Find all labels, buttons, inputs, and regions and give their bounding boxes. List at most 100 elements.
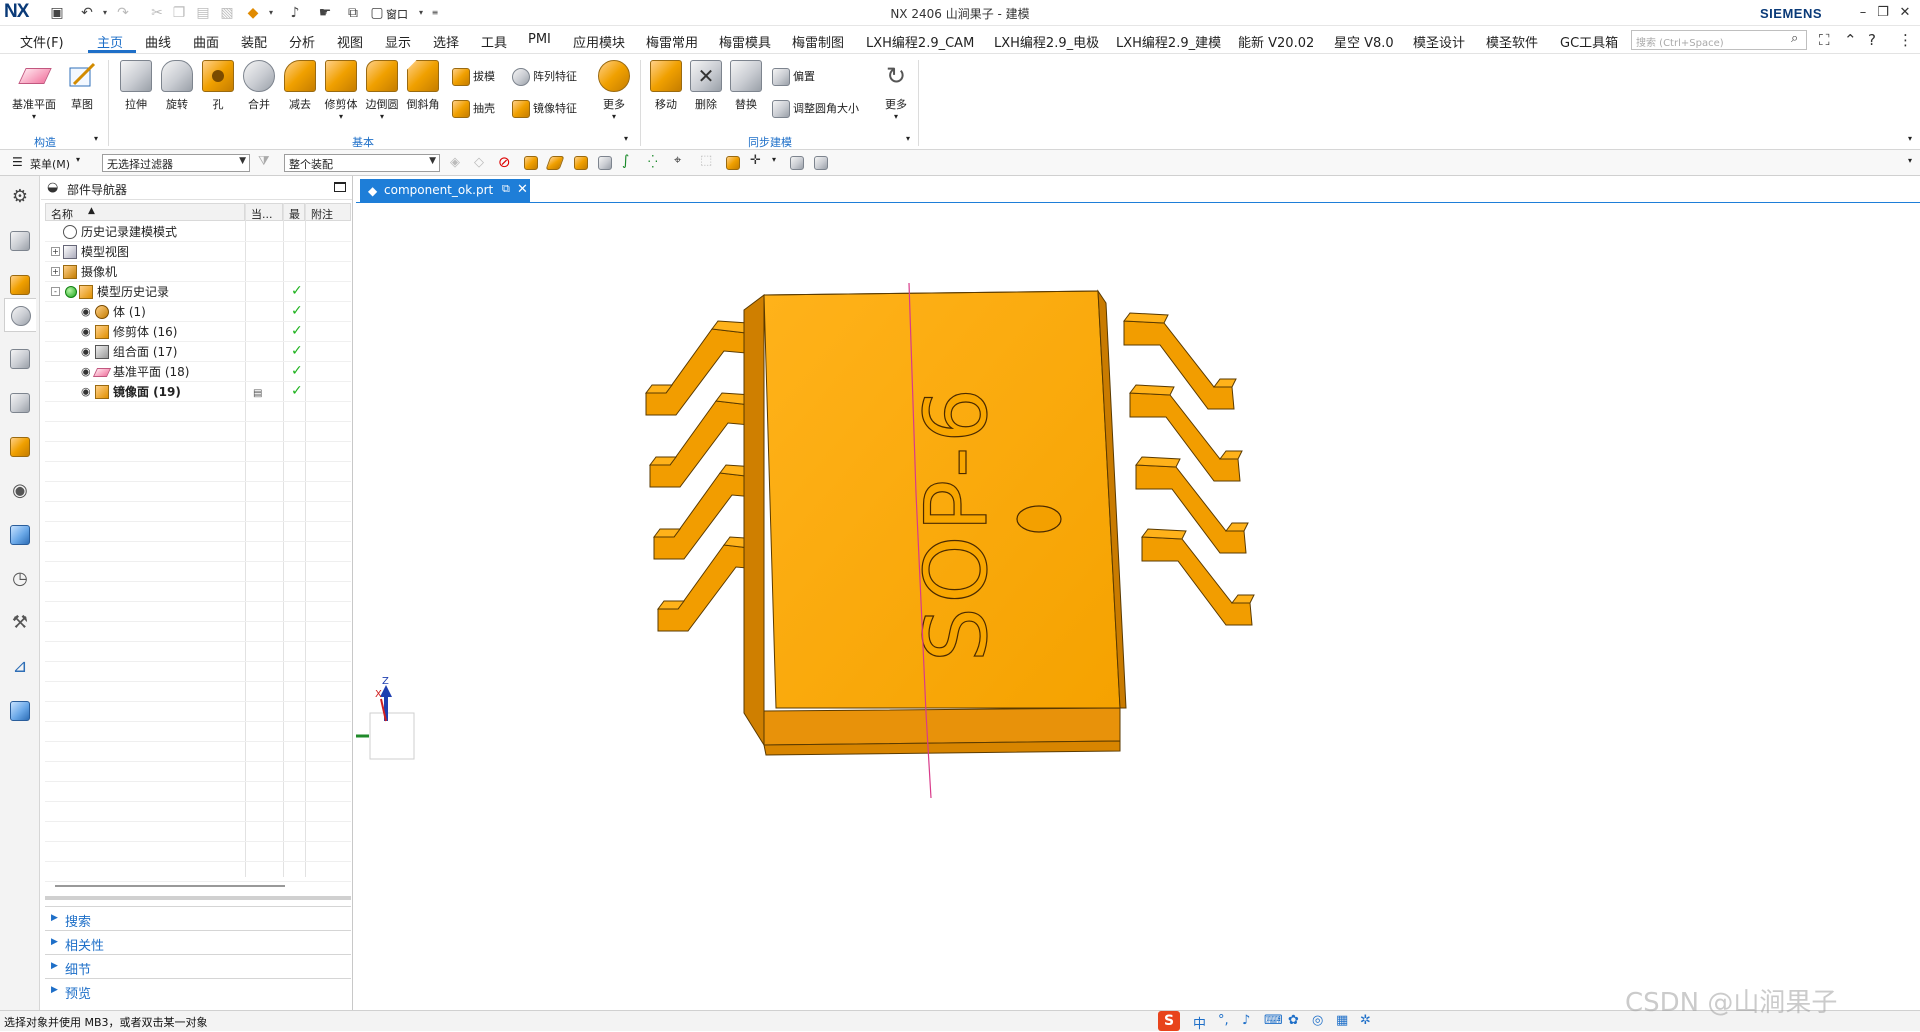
rail-hd3d[interactable] <box>4 386 36 420</box>
ime-settings-icon[interactable]: ✲ <box>1360 1013 1371 1028</box>
select-part-icon[interactable] <box>814 156 828 170</box>
resize-blend-button[interactable]: 调整圆角大小 <box>772 100 859 120</box>
tab-meilei-mold[interactable]: 梅雷模具 <box>719 32 771 51</box>
restore-button[interactable]: ❐ <box>1872 3 1894 23</box>
edge-blend-button[interactable]: 边倒圆 ▾ <box>360 60 404 121</box>
basic-more-dropdown-icon[interactable]: ▾ <box>592 112 636 121</box>
section-dependencies[interactable]: ▶ 相关性 <box>45 930 351 954</box>
select-component-icon[interactable] <box>726 156 740 170</box>
view-triad[interactable]: Z X Y <box>311 676 415 760</box>
offset-face-button[interactable]: 偏置 <box>772 68 815 88</box>
menu-dropdown-icon[interactable]: ▾ <box>76 155 80 164</box>
help-icon[interactable]: ? <box>1868 31 1876 49</box>
revolve-button[interactable]: 旋转 <box>155 60 199 112</box>
select-cursor-icon[interactable]: ⌖ <box>674 153 690 169</box>
column-header-current[interactable]: 当... <box>245 203 283 221</box>
select-curve-icon[interactable]: ∫ <box>622 153 638 169</box>
extrude-button[interactable]: 拉伸 <box>114 60 158 112</box>
sync-group-more-icon[interactable]: ▾ <box>906 134 910 143</box>
expand-node-icon[interactable]: + <box>51 267 60 276</box>
rail-assembly-navigator[interactable] <box>4 224 36 258</box>
column-header-latest[interactable]: 最 <box>283 203 305 221</box>
tab-nengxin[interactable]: 能新 V20.02 <box>1238 32 1314 51</box>
select-points-icon[interactable]: ⁛ <box>648 155 664 171</box>
rail-system-scenes[interactable]: ⊿ <box>4 650 36 684</box>
tab-analysis[interactable]: 分析 <box>289 32 315 51</box>
pin-icon[interactable]: ⧉ <box>502 182 510 196</box>
rail-constraint-navigator[interactable] <box>4 268 36 302</box>
tab-assembly[interactable]: 装配 <box>241 32 267 51</box>
mirror-feature-button[interactable]: 镜像特征 <box>512 100 577 120</box>
tab-xingkong[interactable]: 星空 V8.0 <box>1334 32 1394 51</box>
tab-mosheng-design[interactable]: 模圣设计 <box>1413 32 1465 51</box>
minimize-button[interactable]: – <box>1852 3 1874 23</box>
visibility-eye-icon[interactable]: ◉ <box>81 302 91 322</box>
sketch-button[interactable]: 草图 <box>60 60 104 112</box>
rail-reuse-library[interactable] <box>4 342 36 376</box>
subtract-button[interactable]: 减去 <box>278 60 322 112</box>
no-selection-icon[interactable]: ⊘ <box>498 153 514 171</box>
keyboard-icon[interactable]: ⌨ <box>1264 1013 1283 1028</box>
search-icon[interactable]: ⌕ <box>1791 31 1798 46</box>
tab-display[interactable]: 显示 <box>385 32 411 51</box>
maximize-panel-icon[interactable] <box>334 182 346 192</box>
section-preview[interactable]: ▶ 预览 <box>45 978 351 1002</box>
selbar-overflow-icon[interactable]: ▾ <box>1908 156 1912 165</box>
collapse-node-icon[interactable]: - <box>51 287 60 296</box>
tree-row[interactable]: ◉ 体 (1) ✓ <box>45 302 351 322</box>
snap-dropdown-icon[interactable]: ▾ <box>772 155 776 164</box>
voice-input-icon[interactable]: ♪ <box>1242 1013 1250 1028</box>
tab-tools[interactable]: 工具 <box>481 32 507 51</box>
toolbox-icon[interactable]: ▦ <box>1336 1013 1348 1028</box>
tree-row[interactable]: + 模型视图 <box>45 242 351 262</box>
visibility-eye-icon[interactable]: ◉ <box>81 322 91 342</box>
fullscreen-icon[interactable]: ⛶ <box>1819 31 1830 49</box>
select-solid-icon[interactable] <box>574 156 588 170</box>
punctuation-icon[interactable]: °, <box>1218 1013 1229 1028</box>
move-face-button[interactable]: 移动 <box>644 60 688 112</box>
pattern-feature-button[interactable]: 阵列特征 <box>512 68 577 88</box>
expand-node-icon[interactable]: + <box>51 247 60 256</box>
rail-part-navigator[interactable] <box>4 298 36 332</box>
tab-pmi[interactable]: PMI <box>528 32 551 47</box>
column-header-notes[interactable]: 附注 <box>305 203 351 221</box>
tab-home[interactable]: 主页 <box>97 32 123 51</box>
datum-plane-dropdown-icon[interactable]: ▾ <box>12 112 56 121</box>
shell-button[interactable]: 抽壳 <box>452 100 495 120</box>
select-filter-icon[interactable]: ◈ <box>450 155 466 171</box>
visibility-eye-icon[interactable]: ◉ <box>81 342 91 362</box>
tab-surface[interactable]: 曲面 <box>193 32 219 51</box>
type-filter-select[interactable]: 无选择过滤器 ▼ <box>102 154 250 172</box>
menu-button[interactable]: 菜单(M) <box>30 156 70 172</box>
tab-curve[interactable]: 曲线 <box>145 32 171 51</box>
rail-roles[interactable]: ⚒ <box>4 606 36 640</box>
sync-more-button[interactable]: ↻ 更多 ▾ <box>874 60 918 121</box>
panel-splitter[interactable] <box>45 896 351 900</box>
rail-process-studio[interactable] <box>4 518 36 552</box>
tree-row[interactable]: +✓摄像机 <box>45 262 351 282</box>
replace-face-button[interactable]: 替换 <box>724 60 768 112</box>
chamfer-button[interactable]: 倒斜角 <box>401 60 445 112</box>
ribbon-overflow-icon[interactable]: ▾ <box>1908 134 1912 143</box>
tree-row[interactable]: ◉ 修剪体 (16) ✓ <box>45 322 351 342</box>
menu-file[interactable]: 文件(F) <box>20 32 64 51</box>
edge-blend-dropdown-icon[interactable]: ▾ <box>360 112 404 121</box>
tab-lxh-cam[interactable]: LXH编程2.9_CAM <box>866 32 974 51</box>
basic-more-button[interactable]: 更多 ▾ <box>592 60 636 121</box>
game-icon[interactable]: ◎ <box>1312 1013 1323 1028</box>
rail-clock[interactable]: ◷ <box>4 562 36 596</box>
tree-row[interactable]: - 模型历史记录 ✓ <box>45 282 351 302</box>
sop6-part[interactable]: SOP-6 <box>645 282 1255 799</box>
trim-body-dropdown-icon[interactable]: ▾ <box>319 112 363 121</box>
graphics-window[interactable]: SOP-6 Z X Y <box>311 203 1920 1010</box>
visibility-eye-icon[interactable]: ◉ <box>81 362 91 382</box>
tree-row[interactable]: 历史记录建模模式 <box>45 222 351 242</box>
draft-button[interactable]: 拔模 <box>452 68 495 88</box>
select-sheet-icon[interactable] <box>598 156 612 170</box>
section-search[interactable]: ▶ 搜索 <box>45 906 351 930</box>
reset-filter-icon[interactable]: ⧩ <box>258 154 270 169</box>
ime-logo-icon[interactable]: S <box>1158 1011 1180 1031</box>
sync-more-dropdown-icon[interactable]: ▾ <box>874 112 918 121</box>
ime-language-toggle[interactable]: 中 <box>1193 1013 1206 1032</box>
trim-body-button[interactable]: 修剪体 ▾ <box>319 60 363 121</box>
